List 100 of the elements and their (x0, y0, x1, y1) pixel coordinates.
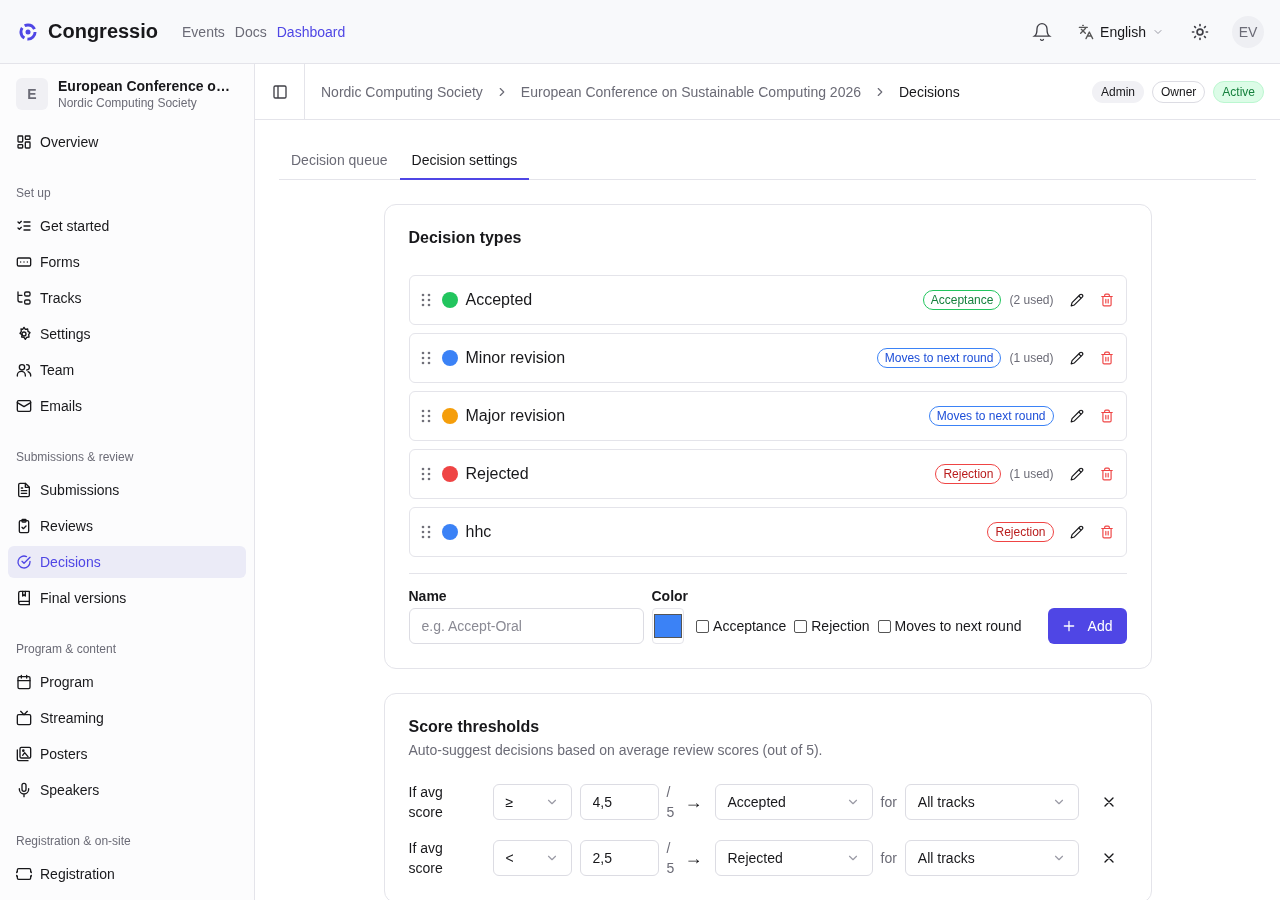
operator-select[interactable]: < (492, 840, 572, 876)
card-title: Decision types (408, 229, 523, 247)
edit-icon[interactable] (1069, 525, 1084, 539)
arrow-glyph: → (684, 791, 703, 813)
for-label: for (880, 850, 897, 866)
check-circle-icon (16, 554, 32, 570)
sidebar-item[interactable]: Decisions (8, 546, 246, 578)
add-button[interactable]: Add (1047, 608, 1127, 644)
settings-icon (16, 326, 32, 342)
checklist-icon (16, 218, 32, 234)
sidebar-item[interactable]: Forms (8, 246, 246, 278)
score-input[interactable]: 4,5 (579, 784, 659, 820)
decision-select[interactable]: Accepted (714, 784, 873, 820)
drag-handle-icon[interactable] (419, 467, 432, 481)
usage-count: (1 used) (1009, 467, 1054, 481)
card-description: Auto-suggest decisions based on average review scores (out of 5). (408, 742, 824, 758)
sidebar-item[interactable]: Emails (8, 390, 246, 422)
tab[interactable]: Decision settings (399, 142, 530, 180)
document-icon (16, 482, 32, 498)
operator-select[interactable]: ≥ (492, 784, 572, 820)
user-avatar[interactable]: EV (1232, 15, 1264, 48)
tv-icon (16, 710, 32, 726)
rule-label: If avg score (408, 783, 444, 822)
drag-handle-icon[interactable] (419, 351, 432, 365)
edit-icon[interactable] (1069, 293, 1084, 307)
outcome-checkbox[interactable]: Moves to next round (877, 608, 1022, 644)
sidebar-item[interactable]: Get started (8, 210, 246, 242)
sidebar-item[interactable]: Registration (8, 858, 246, 890)
outcome-checkbox[interactable]: Acceptance (696, 608, 787, 644)
trash-icon[interactable] (1099, 525, 1114, 539)
sidebar-item[interactable]: Program (8, 666, 246, 698)
edit-icon[interactable] (1069, 351, 1084, 365)
drag-handle-icon[interactable] (419, 525, 432, 539)
usage-count: (2 used) (1009, 293, 1054, 307)
checkbox[interactable] (877, 619, 891, 633)
sidebar-item[interactable]: Final versions (8, 582, 246, 614)
plus-icon (1061, 619, 1076, 633)
book-icon (16, 590, 32, 606)
breadcrumb-item: Decisions (899, 83, 960, 100)
sidebar-item[interactable]: Settings (8, 318, 246, 350)
trash-icon[interactable] (1099, 409, 1114, 423)
score-max: / 5 (666, 783, 676, 822)
sidebar-item[interactable]: Overview (8, 126, 246, 158)
for-label: for (880, 794, 897, 810)
edit-icon[interactable] (1069, 467, 1084, 481)
tab[interactable]: Decision queue (279, 142, 400, 180)
decision-name: hhc (465, 523, 493, 541)
color-picker[interactable] (651, 608, 684, 644)
section-heading: Submissions & review (15, 449, 135, 466)
trash-icon[interactable] (1099, 467, 1114, 481)
breadcrumb-item[interactable]: European Conference on Sustainable Computing 2026 (520, 83, 861, 100)
role-badge: Active (1213, 80, 1264, 103)
drag-handle-icon[interactable] (419, 293, 432, 307)
calendar-icon (16, 674, 32, 690)
nav-link[interactable]: Events (182, 19, 225, 44)
trash-icon[interactable] (1099, 293, 1114, 307)
edit-icon[interactable] (1069, 409, 1084, 423)
trash-icon[interactable] (1099, 351, 1114, 365)
nav-link[interactable]: Dashboard (276, 19, 346, 44)
field-label: Color (651, 588, 689, 604)
sidebar-item[interactable]: Speakers (8, 774, 246, 806)
decision-name: Accepted (465, 291, 534, 309)
sidebar-item[interactable]: Posters (8, 738, 246, 770)
images-icon (16, 746, 32, 762)
drag-handle-icon[interactable] (419, 409, 432, 423)
section-heading: Program & content (15, 641, 118, 658)
sidebar-item[interactable]: Team (8, 354, 246, 386)
language-select[interactable]: English (1074, 19, 1168, 44)
field-label: Name (408, 588, 448, 604)
track-select[interactable]: All tracks (904, 784, 1079, 820)
logo-icon (18, 21, 38, 42)
ticket-icon (16, 866, 32, 882)
name-input[interactable]: e.g. Accept-Oral (408, 608, 644, 644)
checkbox[interactable] (794, 619, 808, 633)
form-icon (16, 254, 32, 270)
breadcrumb-item[interactable]: Nordic Computing Society (321, 83, 483, 100)
sidebar-item[interactable]: Reviews (8, 510, 246, 542)
grid-icon (16, 134, 32, 150)
track-select[interactable]: All tracks (904, 840, 1079, 876)
outcome-checkbox[interactable]: Rejection (794, 608, 870, 644)
clipboard-icon (16, 518, 32, 534)
checkbox[interactable] (696, 619, 710, 633)
score-input[interactable]: 2,5 (579, 840, 659, 876)
brand-name: Congressio (48, 20, 159, 43)
event-title[interactable]: European Conference o… (58, 78, 230, 94)
sidebar-item[interactable]: Submissions (8, 474, 246, 506)
nav-link[interactable]: Docs (234, 19, 267, 44)
tree-icon (16, 290, 32, 306)
decision-name: Rejected (465, 465, 530, 483)
decision-name: Major revision (465, 407, 567, 425)
sidebar-item[interactable]: Tracks (8, 282, 246, 314)
decision-select[interactable]: Rejected (714, 840, 873, 876)
event-organization: Nordic Computing Society (58, 96, 198, 110)
card-title: Score thresholds (408, 718, 541, 736)
decision-name: Minor revision (465, 349, 567, 367)
translate-icon (1078, 23, 1095, 40)
role-badge: Admin (1091, 80, 1144, 103)
usage-count: (1 used) (1009, 351, 1054, 365)
sidebar-item[interactable]: Streaming (8, 702, 246, 734)
event-avatar: E (16, 78, 48, 110)
